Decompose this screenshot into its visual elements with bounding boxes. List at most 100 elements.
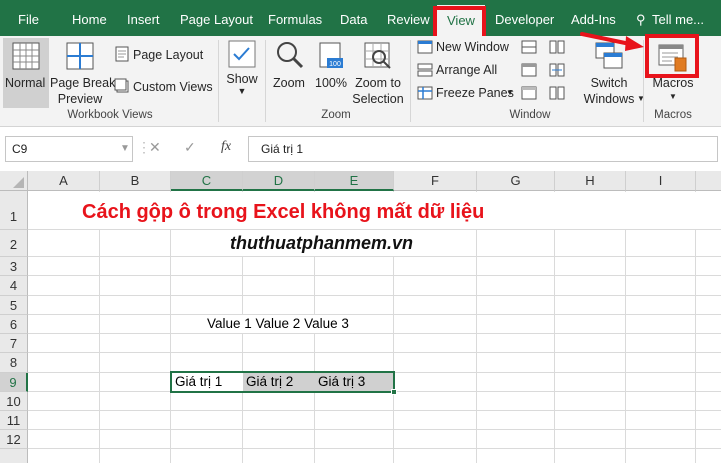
- fx-icon[interactable]: fx: [221, 139, 231, 155]
- tab-page-layout[interactable]: Page Layout: [180, 0, 253, 36]
- switch-windows-label-2: Windows: [583, 92, 635, 106]
- row-header-12[interactable]: 12: [0, 430, 28, 449]
- tab-data[interactable]: Data: [340, 0, 367, 36]
- column-header-c[interactable]: C: [171, 171, 243, 191]
- gridline: [28, 256, 721, 257]
- macros-highlight: [645, 34, 699, 78]
- column-header-b[interactable]: B: [100, 171, 171, 191]
- gridline: [28, 275, 721, 276]
- page-layout-icon: [115, 46, 129, 62]
- cell-d9[interactable]: Giá trị 2: [246, 374, 293, 389]
- gridline: [625, 191, 626, 463]
- row-header-10[interactable]: 10: [0, 392, 28, 411]
- row-header-6[interactable]: 6: [0, 315, 28, 334]
- zoom-group-label: Zoom: [321, 109, 351, 121]
- column-header-g[interactable]: G: [477, 171, 555, 191]
- macros-label: Macros: [652, 76, 694, 90]
- arrange-all-icon: [417, 63, 433, 77]
- red-arrow-icon: [580, 32, 644, 51]
- column-header-d[interactable]: D: [243, 171, 315, 191]
- show-dropdown-icon: ▼: [237, 86, 247, 96]
- row6-text-cell[interactable]: Value 1 Value 2 Value 3: [207, 316, 349, 331]
- row-header-8[interactable]: 8: [0, 353, 28, 373]
- arrange-all-button[interactable]: Arrange All: [436, 63, 497, 77]
- zoom-label: Zoom: [273, 76, 305, 90]
- view-tab-highlight: [433, 6, 486, 40]
- custom-views-button[interactable]: Custom Views: [133, 80, 213, 94]
- tab-insert[interactable]: Insert: [127, 0, 160, 36]
- name-box-dropdown-icon[interactable]: ▼: [120, 143, 130, 154]
- reset-window-position-icon[interactable]: [549, 86, 565, 100]
- gridline: [695, 191, 696, 463]
- ribbon-separator: [218, 40, 219, 122]
- freeze-panes-dropdown-icon: ▼: [506, 88, 514, 97]
- row-header-1[interactable]: 1: [0, 191, 28, 230]
- column-header-i[interactable]: I: [626, 171, 696, 191]
- row-header-7[interactable]: 7: [0, 334, 28, 353]
- gridline: [28, 410, 721, 411]
- custom-views-icon: [114, 78, 129, 93]
- fill-handle[interactable]: [391, 389, 397, 395]
- tab-review[interactable]: Review: [387, 0, 430, 36]
- name-box[interactable]: C9: [5, 136, 133, 162]
- freeze-panes-button[interactable]: Freeze Panes: [436, 86, 514, 100]
- page-layout-button[interactable]: Page Layout: [133, 48, 203, 62]
- split-icon[interactable]: [521, 40, 537, 54]
- row-header-9[interactable]: 9: [0, 373, 28, 392]
- show-label: Show: [226, 72, 258, 86]
- tab-file[interactable]: File: [18, 0, 39, 36]
- gridline: [28, 352, 721, 353]
- tab-formulas[interactable]: Formulas: [268, 0, 322, 36]
- view-side-by-side-icon[interactable]: [549, 40, 565, 54]
- gridline: [554, 191, 555, 463]
- workbook-views-group-label: Workbook Views: [67, 109, 153, 121]
- row-header-5[interactable]: 5: [0, 296, 28, 315]
- cancel-icon[interactable]: ✕: [149, 139, 161, 156]
- show-icon: [228, 40, 256, 68]
- tab-home[interactable]: Home: [72, 0, 107, 36]
- row-header-3[interactable]: 3: [0, 257, 28, 276]
- formula-input[interactable]: Giá trị 1: [248, 136, 718, 162]
- magnifier-icon: [277, 42, 304, 69]
- macros-group-label: Macros: [654, 109, 692, 121]
- enter-icon[interactable]: ✓: [184, 139, 196, 156]
- column-header-e[interactable]: E: [315, 171, 394, 191]
- gridline: [28, 429, 721, 430]
- website-cell[interactable]: thuthuatphanmem.vn: [230, 233, 413, 254]
- hide-icon[interactable]: [521, 63, 537, 77]
- column-header-f[interactable]: F: [394, 171, 477, 191]
- row-header-4[interactable]: 4: [0, 276, 28, 296]
- zoom-100-label: 100%: [315, 76, 347, 90]
- unhide-icon[interactable]: [521, 86, 537, 100]
- title-cell[interactable]: Cách gộp ô trong Excel không mất dữ liệu: [82, 201, 484, 224]
- tell-me-box[interactable]: Tell me...: [652, 0, 704, 36]
- row-header-partial[interactable]: [0, 449, 28, 463]
- zoom-button[interactable]: Zoom: [270, 38, 308, 108]
- gridline: [28, 448, 721, 449]
- row-header-2[interactable]: 2: [0, 230, 28, 257]
- new-window-button[interactable]: New Window: [436, 40, 509, 54]
- column-header-partial[interactable]: [696, 171, 721, 191]
- zoom-100-button[interactable]: 100 100%: [312, 38, 350, 108]
- column-header-a[interactable]: A: [28, 171, 100, 191]
- page-break-label-1: Page Break: [50, 76, 116, 90]
- page-break-preview-button[interactable]: Page Break Preview: [50, 38, 116, 108]
- normal-view-icon: [12, 42, 40, 70]
- column-header-h[interactable]: H: [555, 171, 626, 191]
- normal-view-button[interactable]: Normal: [3, 38, 49, 108]
- page-break-label-2: Preview: [57, 92, 103, 106]
- show-button[interactable]: Show ▼: [222, 38, 262, 108]
- select-all-button[interactable]: [0, 171, 28, 191]
- zoom-to-selection-button[interactable]: Zoom to Selection: [350, 38, 406, 108]
- row-header-11[interactable]: 11: [0, 411, 28, 430]
- cell-c9[interactable]: Giá trị 1: [175, 374, 222, 389]
- sync-scrolling-icon[interactable]: [549, 63, 565, 77]
- new-window-icon: [417, 40, 433, 54]
- zoom-selection-label-1: Zoom to: [355, 76, 401, 90]
- gridline: [28, 333, 721, 334]
- tab-developer[interactable]: Developer: [495, 0, 554, 36]
- macros-dropdown-icon: ▼: [669, 92, 677, 101]
- zoom-selection-label-2: Selection: [352, 92, 404, 106]
- cell-e9[interactable]: Giá trị 3: [318, 374, 365, 389]
- gridline: [28, 295, 721, 296]
